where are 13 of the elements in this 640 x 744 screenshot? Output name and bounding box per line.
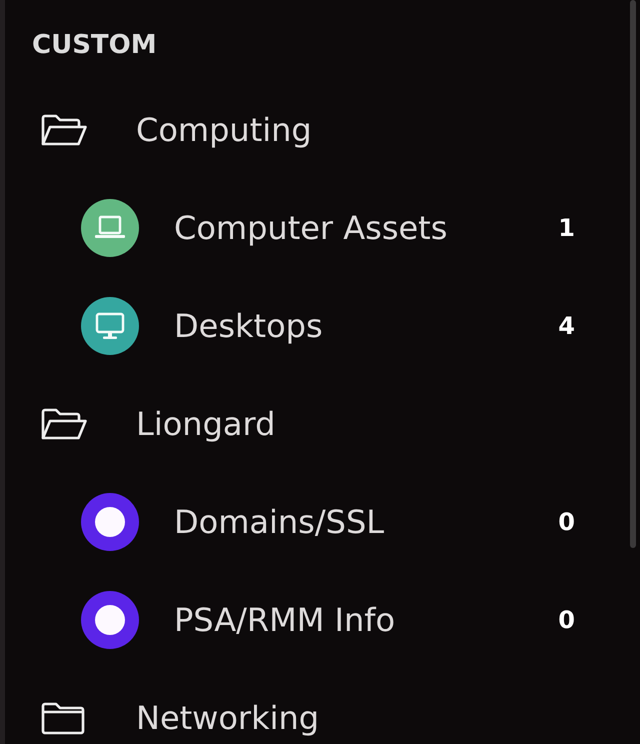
folder-label[interactable]: Computing [136, 112, 312, 148]
item-label[interactable]: Desktops [174, 308, 558, 344]
folder-label[interactable]: Liongard [136, 406, 276, 442]
scrollbar-thumb[interactable] [630, 0, 636, 548]
item-label[interactable]: Domains/SSL [174, 504, 558, 540]
item-count: 0 [558, 606, 575, 634]
item-label[interactable]: PSA/RMM Info [174, 602, 558, 638]
item-count: 1 [558, 214, 575, 242]
item-label[interactable]: Computer Assets [174, 210, 558, 246]
item-count: 0 [558, 508, 575, 536]
section-title: CUSTOM [32, 29, 157, 57]
folder-label[interactable]: Networking [136, 700, 320, 736]
item-count: 4 [558, 312, 575, 340]
